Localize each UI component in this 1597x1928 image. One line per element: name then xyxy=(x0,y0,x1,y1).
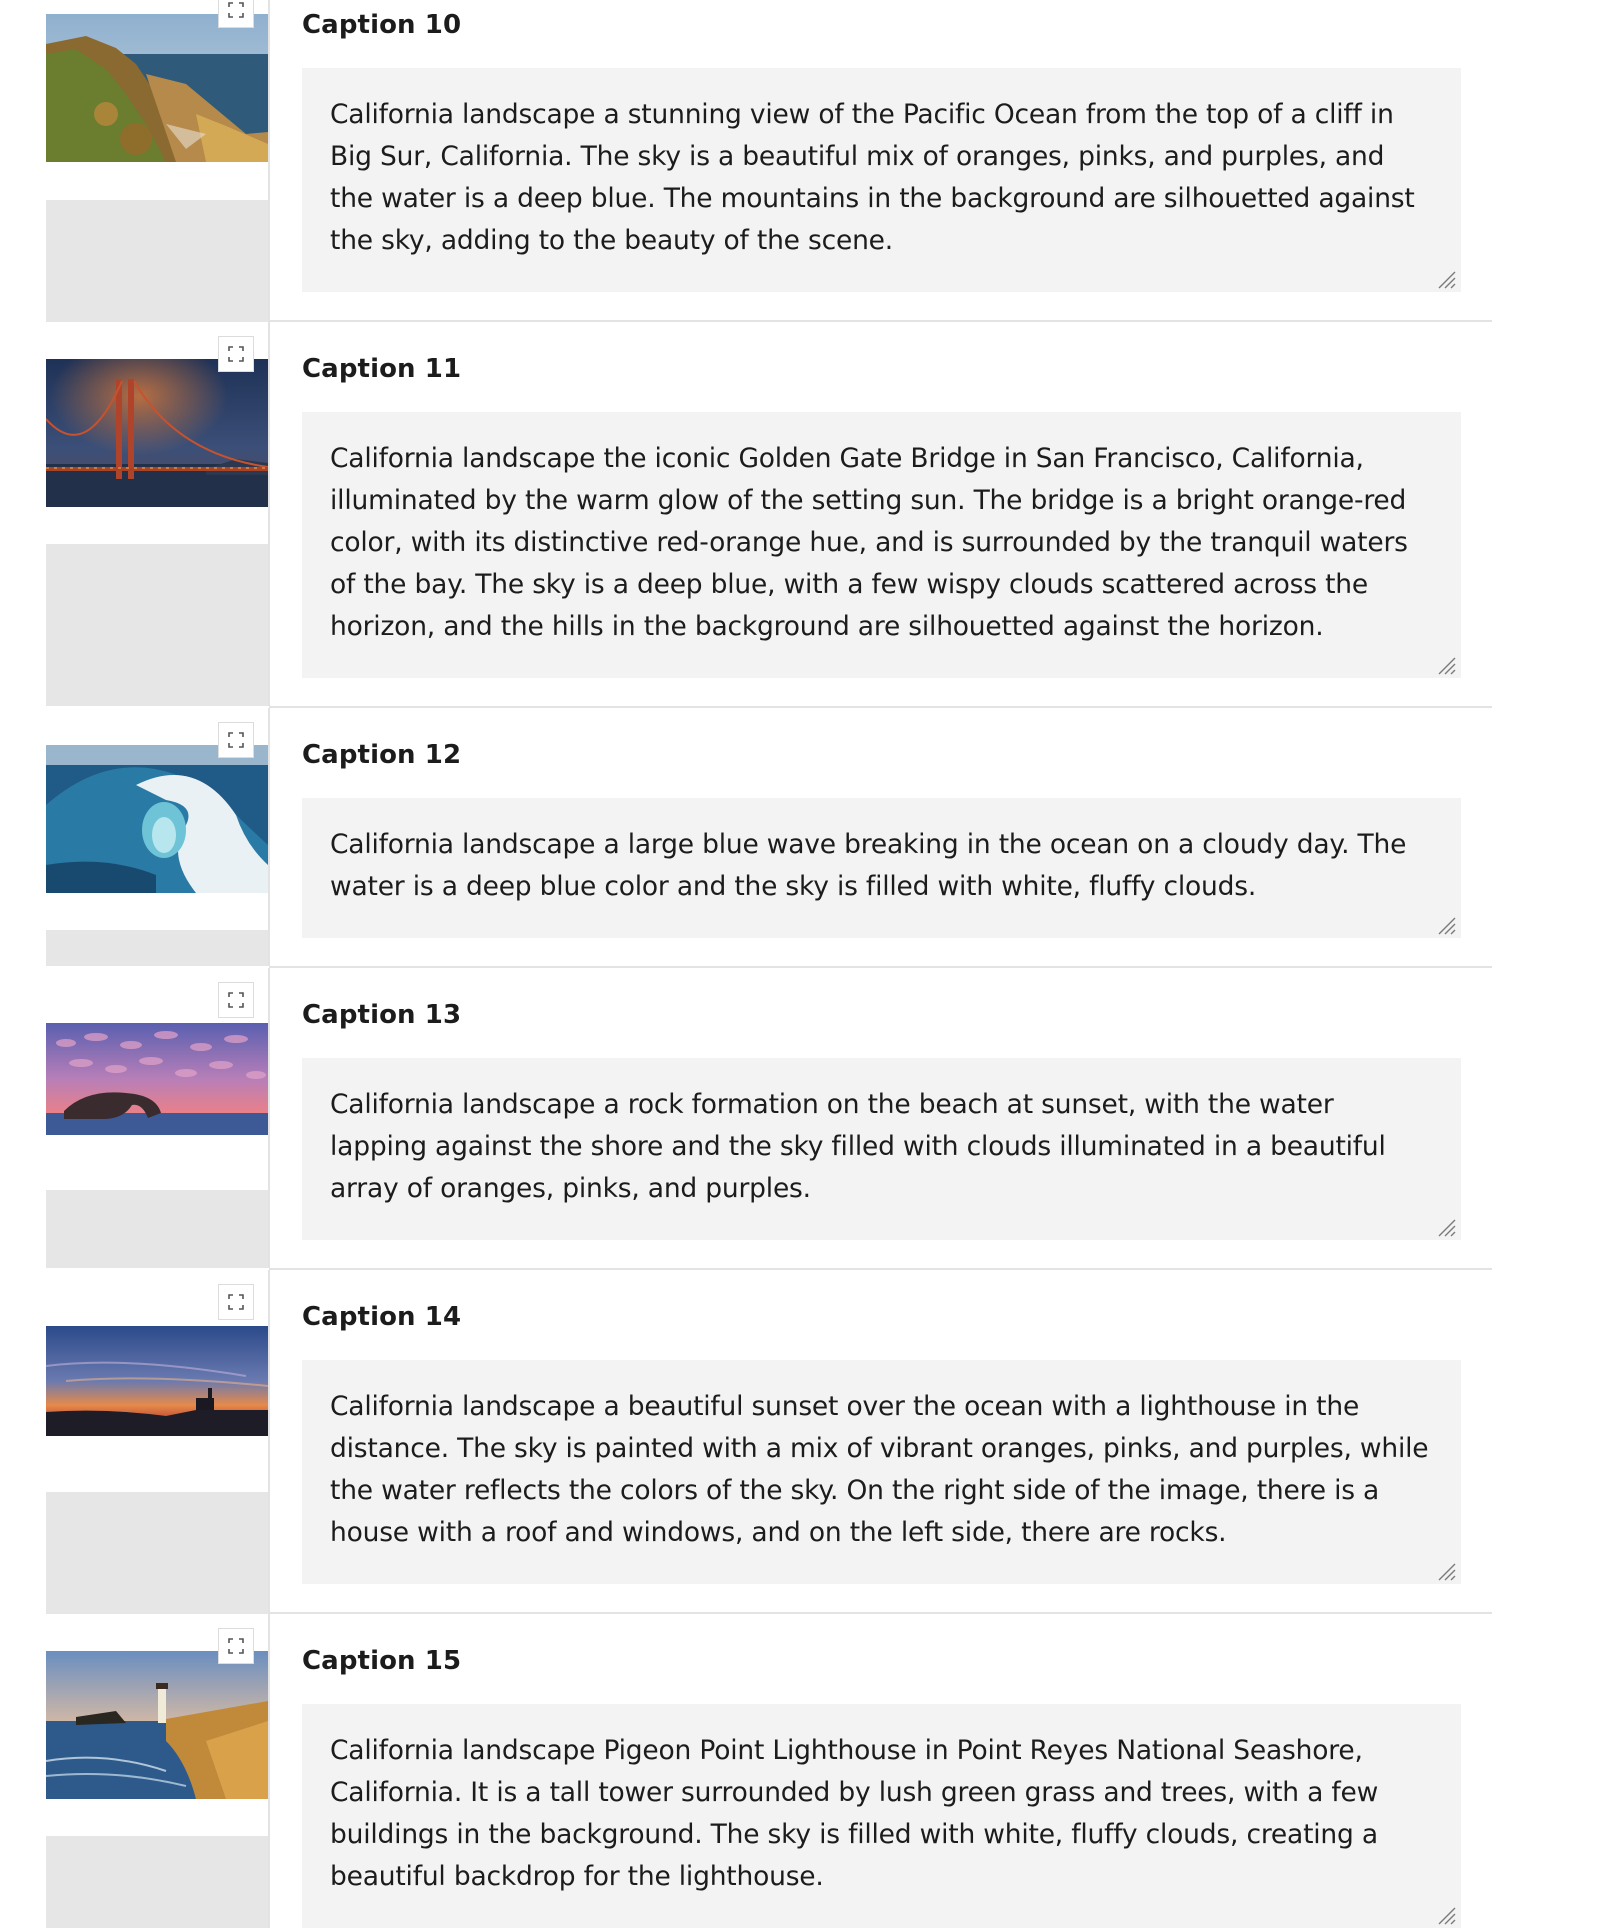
breaking-wave-image[interactable] xyxy=(46,745,268,893)
caption-text: California landscape a rock formation on… xyxy=(330,1089,1386,1204)
expand-icon xyxy=(228,992,244,1008)
caption-row-14: Caption 14 California landscape a beauti… xyxy=(0,1270,1492,1614)
expand-button[interactable] xyxy=(218,1284,254,1320)
expand-icon xyxy=(228,1638,244,1654)
rock-arch-sunset-image[interactable] xyxy=(46,1023,268,1135)
caption-title: Caption 15 xyxy=(302,1646,462,1676)
caption-textarea[interactable]: California landscape a rock formation on… xyxy=(302,1058,1461,1240)
resize-grip-icon[interactable] xyxy=(1435,654,1457,676)
caption-row-12: Caption 12 California landscape a large … xyxy=(0,708,1492,966)
caption-text: California landscape a beautiful sunset … xyxy=(330,1391,1429,1548)
resize-grip-icon[interactable] xyxy=(1435,1216,1457,1238)
thumbnail-panel xyxy=(46,968,268,1268)
expand-icon xyxy=(228,2,244,18)
expand-icon xyxy=(228,1294,244,1310)
caption-title: Caption 14 xyxy=(302,1302,462,1332)
pigeon-point-lighthouse-image[interactable] xyxy=(46,1651,268,1799)
caption-text: California landscape a large blue wave b… xyxy=(330,829,1407,902)
thumbnail-panel xyxy=(46,1614,268,1928)
resize-grip-icon[interactable] xyxy=(1435,1560,1457,1582)
caption-row-11: Caption 11 California landscape the icon… xyxy=(0,322,1492,706)
caption-textarea[interactable]: California landscape the iconic Golden G… xyxy=(302,412,1461,678)
expand-button[interactable] xyxy=(218,982,254,1018)
caption-textarea[interactable]: California landscape Pigeon Point Lighth… xyxy=(302,1704,1461,1928)
resize-grip-icon[interactable] xyxy=(1435,1904,1457,1926)
caption-editor-list: Caption 10 California landscape a stunni… xyxy=(0,0,1597,1928)
thumbnail-panel xyxy=(46,322,268,706)
thumbnail-panel xyxy=(46,708,268,966)
caption-row-13: Caption 13 California landscape a rock f… xyxy=(0,968,1492,1268)
ocean-sunset-lighthouse-image[interactable] xyxy=(46,1326,268,1436)
caption-title: Caption 10 xyxy=(302,10,462,40)
caption-text: California landscape a stunning view of … xyxy=(330,99,1415,256)
caption-title: Caption 13 xyxy=(302,1000,462,1030)
golden-gate-bridge-image[interactable] xyxy=(46,359,268,507)
expand-button[interactable] xyxy=(218,0,254,28)
caption-row-10: Caption 10 California landscape a stunni… xyxy=(0,0,1492,322)
caption-textarea[interactable]: California landscape a beautiful sunset … xyxy=(302,1360,1461,1584)
caption-title: Caption 11 xyxy=(302,354,462,384)
resize-grip-icon[interactable] xyxy=(1435,268,1457,290)
caption-textarea[interactable]: California landscape a large blue wave b… xyxy=(302,798,1461,938)
thumbnail-panel xyxy=(46,1270,268,1614)
expand-icon xyxy=(228,346,244,362)
caption-textarea[interactable]: California landscape a stunning view of … xyxy=(302,68,1461,292)
caption-title: Caption 12 xyxy=(302,740,462,770)
rocky-coast-cliffs-image[interactable] xyxy=(46,14,268,162)
resize-grip-icon[interactable] xyxy=(1435,914,1457,936)
caption-text: California landscape Pigeon Point Lighth… xyxy=(330,1735,1379,1892)
expand-button[interactable] xyxy=(218,722,254,758)
caption-text: California landscape the iconic Golden G… xyxy=(330,443,1408,642)
expand-button[interactable] xyxy=(218,336,254,372)
thumbnail-panel xyxy=(46,0,268,322)
expand-icon xyxy=(228,732,244,748)
expand-button[interactable] xyxy=(218,1628,254,1664)
caption-row-15: Caption 15 California landscape Pigeon P… xyxy=(0,1614,1492,1928)
